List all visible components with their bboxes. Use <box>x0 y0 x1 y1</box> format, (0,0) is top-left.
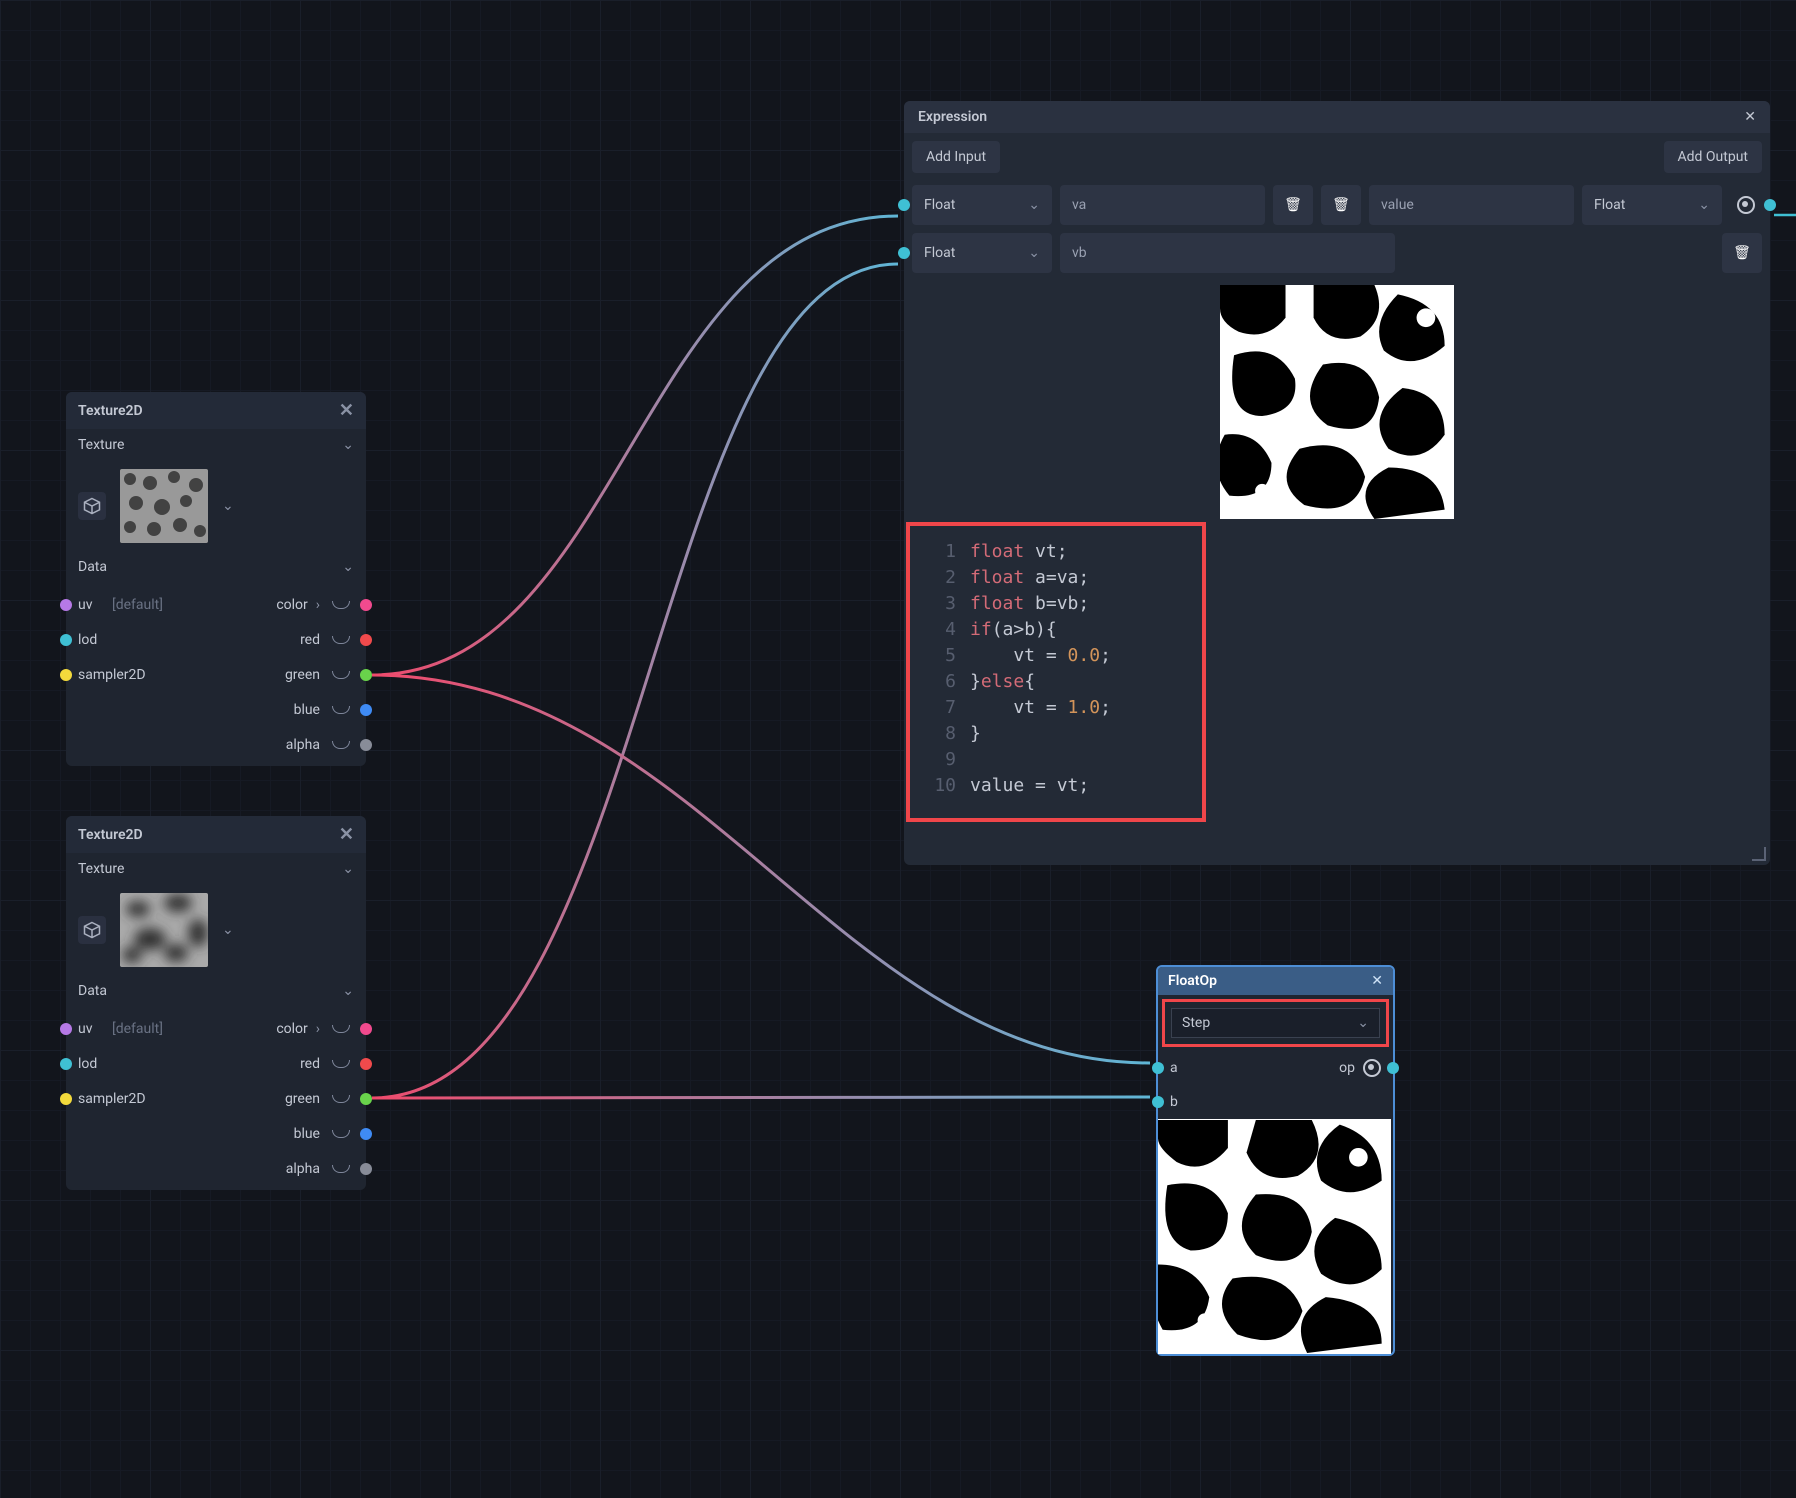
port-collapse-icon[interactable] <box>332 671 350 679</box>
chevron-down-icon: ⌄ <box>342 437 354 453</box>
port-color-dot[interactable] <box>360 599 372 611</box>
port-green-dot[interactable] <box>360 669 372 681</box>
code-editor[interactable]: 1float vt; 2float a=va; 3float b=vb; 4if… <box>904 527 1770 811</box>
port-blue-dot[interactable] <box>360 704 372 716</box>
data-section-toggle[interactable]: Data ⌄ <box>66 975 366 1007</box>
close-icon[interactable]: ✕ <box>339 400 354 421</box>
trash-icon[interactable] <box>1273 185 1313 225</box>
cube-icon[interactable] <box>78 916 106 944</box>
floatop-preview <box>1158 1119 1391 1354</box>
port-va-dot[interactable] <box>898 199 910 211</box>
output-type-select[interactable]: Float⌄ <box>1582 185 1722 225</box>
chevron-down-icon: ⌄ <box>1357 1015 1369 1031</box>
port-value-dot[interactable] <box>1764 199 1776 211</box>
output-name-field[interactable]: value <box>1369 185 1574 225</box>
chevron-down-icon[interactable]: ⌄ <box>222 922 234 938</box>
cube-icon[interactable] <box>78 492 106 520</box>
texture2d-node-1[interactable]: Texture2D ✕ Texture ⌄ ⌄ Data ⌄ uv [defau… <box>66 392 366 766</box>
node-title: Expression <box>918 109 987 125</box>
input-name-field[interactable]: vb <box>1060 233 1395 273</box>
input-name-field[interactable]: va <box>1060 185 1265 225</box>
port-collapse-icon[interactable] <box>332 1165 350 1173</box>
resize-handle[interactable] <box>1752 847 1766 861</box>
add-input-button[interactable]: Add Input <box>912 141 1000 173</box>
chevron-down-icon: ⌄ <box>1028 197 1040 213</box>
port-collapse-icon[interactable] <box>332 706 350 714</box>
input-type-select[interactable]: Float⌄ <box>912 185 1052 225</box>
texture-thumbnail[interactable] <box>120 893 208 967</box>
chevron-down-icon: ⌄ <box>342 983 354 999</box>
port-alpha-dot[interactable] <box>360 739 372 751</box>
port-lod-dot[interactable] <box>60 1058 72 1070</box>
port-vb-dot[interactable] <box>898 247 910 259</box>
highlight-box-select: Step ⌄ <box>1162 999 1389 1047</box>
texture-section-toggle[interactable]: Texture ⌄ <box>66 429 366 461</box>
trash-icon[interactable] <box>1321 185 1361 225</box>
port-blue-dot[interactable] <box>360 1128 372 1140</box>
expression-node[interactable]: Expression ✕ Add Input Add Output Float⌄… <box>904 101 1770 865</box>
close-icon[interactable]: ✕ <box>1744 109 1756 125</box>
port-op-dot[interactable] <box>1387 1062 1399 1074</box>
port-collapse-icon[interactable] <box>332 1095 350 1103</box>
chevron-right-icon: › <box>316 597 320 613</box>
chevron-down-icon[interactable]: ⌄ <box>222 498 234 514</box>
port-green-dot[interactable] <box>360 1093 372 1105</box>
texture-thumbnail[interactable] <box>120 469 208 543</box>
data-section-toggle[interactable]: Data ⌄ <box>66 551 366 583</box>
chevron-right-icon: › <box>316 1021 320 1037</box>
port-red-dot[interactable] <box>360 634 372 646</box>
node-title: Texture2D <box>78 827 143 843</box>
texture-section-toggle[interactable]: Texture ⌄ <box>66 853 366 885</box>
eye-icon[interactable] <box>1363 1059 1381 1077</box>
port-collapse-icon[interactable] <box>332 1060 350 1068</box>
port-lod-dot[interactable] <box>60 634 72 646</box>
port-collapse-icon[interactable] <box>332 741 350 749</box>
node-title: Texture2D <box>78 403 143 419</box>
port-sampler-dot[interactable] <box>60 1093 72 1105</box>
close-icon[interactable]: ✕ <box>339 824 354 845</box>
port-red-dot[interactable] <box>360 1058 372 1070</box>
port-color-dot[interactable] <box>360 1023 372 1035</box>
port-a-dot[interactable] <box>1152 1062 1164 1074</box>
port-b-dot[interactable] <box>1152 1096 1164 1108</box>
input-type-select[interactable]: Float⌄ <box>912 233 1052 273</box>
port-uv-dot[interactable] <box>60 599 72 611</box>
expression-preview <box>1220 285 1454 519</box>
chevron-down-icon: ⌄ <box>342 861 354 877</box>
texture2d-node-2[interactable]: Texture2D ✕ Texture ⌄ ⌄ Data ⌄ uv [defau… <box>66 816 366 1190</box>
trash-icon[interactable] <box>1722 233 1762 273</box>
floatop-node[interactable]: FloatOp ✕ Step ⌄ a op b <box>1156 965 1395 1356</box>
add-output-button[interactable]: Add Output <box>1664 141 1763 173</box>
port-collapse-icon[interactable] <box>332 1025 350 1033</box>
chevron-down-icon: ⌄ <box>342 559 354 575</box>
port-collapse-icon[interactable] <box>332 601 350 609</box>
output-visibility-toggle[interactable] <box>1730 196 1762 214</box>
close-icon[interactable]: ✕ <box>1371 973 1383 989</box>
port-collapse-icon[interactable] <box>332 1130 350 1138</box>
port-collapse-icon[interactable] <box>332 636 350 644</box>
node-title: FloatOp <box>1168 973 1217 989</box>
port-alpha-dot[interactable] <box>360 1163 372 1175</box>
chevron-down-icon: ⌄ <box>1698 197 1710 213</box>
port-uv-dot[interactable] <box>60 1023 72 1035</box>
port-sampler-dot[interactable] <box>60 669 72 681</box>
chevron-down-icon: ⌄ <box>1028 245 1040 261</box>
operation-select[interactable]: Step ⌄ <box>1171 1008 1380 1038</box>
eye-icon <box>1737 196 1755 214</box>
